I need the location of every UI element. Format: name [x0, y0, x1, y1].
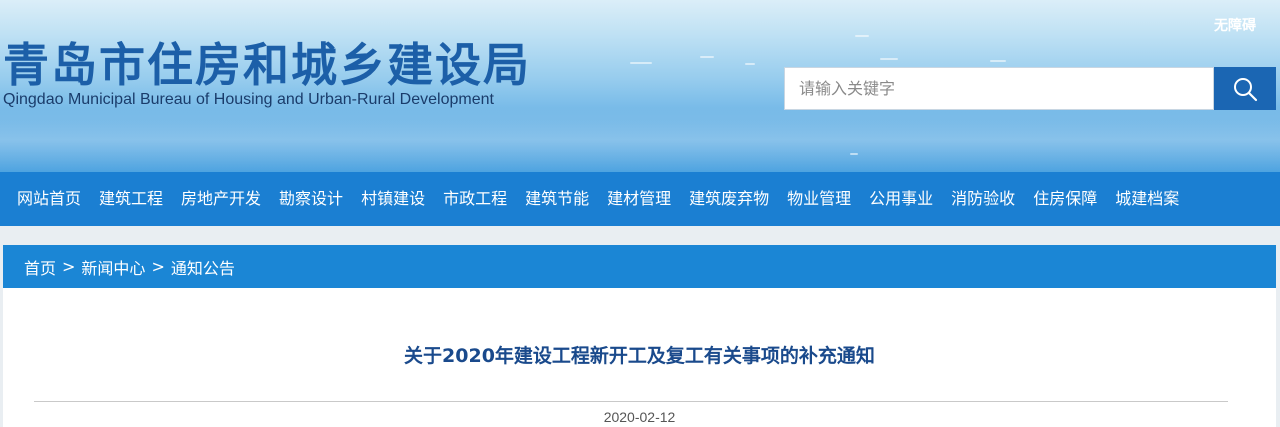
header-decoration	[850, 153, 858, 155]
article-title: 关于2020年建设工程新开工及复工有关事项的补充通知	[404, 345, 875, 367]
breadcrumb-home[interactable]: 首页	[24, 255, 56, 279]
nav-item-materials[interactable]: 建材管理	[598, 172, 680, 226]
header-decoration	[745, 63, 755, 65]
nav-item-energy-saving[interactable]: 建筑节能	[516, 172, 598, 226]
nav-item-survey-design[interactable]: 勘察设计	[270, 172, 352, 226]
breadcrumb-news-center[interactable]: 新闻中心	[81, 255, 145, 279]
search-icon	[1234, 77, 1258, 101]
nav-item-utilities[interactable]: 公用事业	[860, 172, 942, 226]
nav-item-village-town[interactable]: 村镇建设	[352, 172, 434, 226]
search-box	[784, 67, 1276, 110]
nav-item-municipal[interactable]: 市政工程	[434, 172, 516, 226]
header-decoration	[630, 62, 652, 64]
nav-item-waste[interactable]: 建筑废弃物	[680, 172, 778, 226]
site-title-english: Qingdao Municipal Bureau of Housing and …	[3, 91, 494, 108]
accessibility-link[interactable]: 无障碍	[1214, 15, 1256, 35]
nav-item-property[interactable]: 物业管理	[778, 172, 860, 226]
title-divider	[34, 401, 1228, 402]
header-decoration	[990, 60, 1006, 62]
header-haze	[0, 108, 1280, 172]
nav-item-housing-security[interactable]: 住房保障	[1024, 172, 1106, 226]
site-title[interactable]: 青岛市住房和城乡建设局	[3, 35, 531, 95]
search-button[interactable]	[1214, 67, 1276, 110]
header-decoration	[880, 58, 898, 60]
nav-item-real-estate[interactable]: 房地产开发	[172, 172, 270, 226]
nav-item-fire-acceptance[interactable]: 消防验收	[942, 172, 1024, 226]
breadcrumb-separator: >	[151, 257, 165, 276]
header-decoration	[855, 35, 869, 37]
breadcrumb-notices[interactable]: 通知公告	[171, 255, 235, 279]
nav-item-construction[interactable]: 建筑工程	[90, 172, 172, 226]
breadcrumb-separator: >	[62, 257, 76, 276]
nav-item-home[interactable]: 网站首页	[8, 172, 90, 226]
article-date: 2020-02-12	[603, 409, 676, 425]
search-input[interactable]	[784, 67, 1214, 110]
nav-item-archives[interactable]: 城建档案	[1106, 172, 1188, 226]
breadcrumb: 首页 > 新闻中心 > 通知公告	[3, 245, 1276, 288]
article-panel: 首页 > 新闻中心 > 通知公告 关于2020年建设工程新开工及复工有关事项的补…	[3, 245, 1276, 427]
header-decoration	[700, 56, 714, 58]
site-header: 无障碍 青岛市住房和城乡建设局 Qingdao Municipal Bureau…	[0, 0, 1280, 172]
main-nav: 网站首页 建筑工程 房地产开发 勘察设计 村镇建设 市政工程 建筑节能 建材管理…	[0, 172, 1280, 226]
